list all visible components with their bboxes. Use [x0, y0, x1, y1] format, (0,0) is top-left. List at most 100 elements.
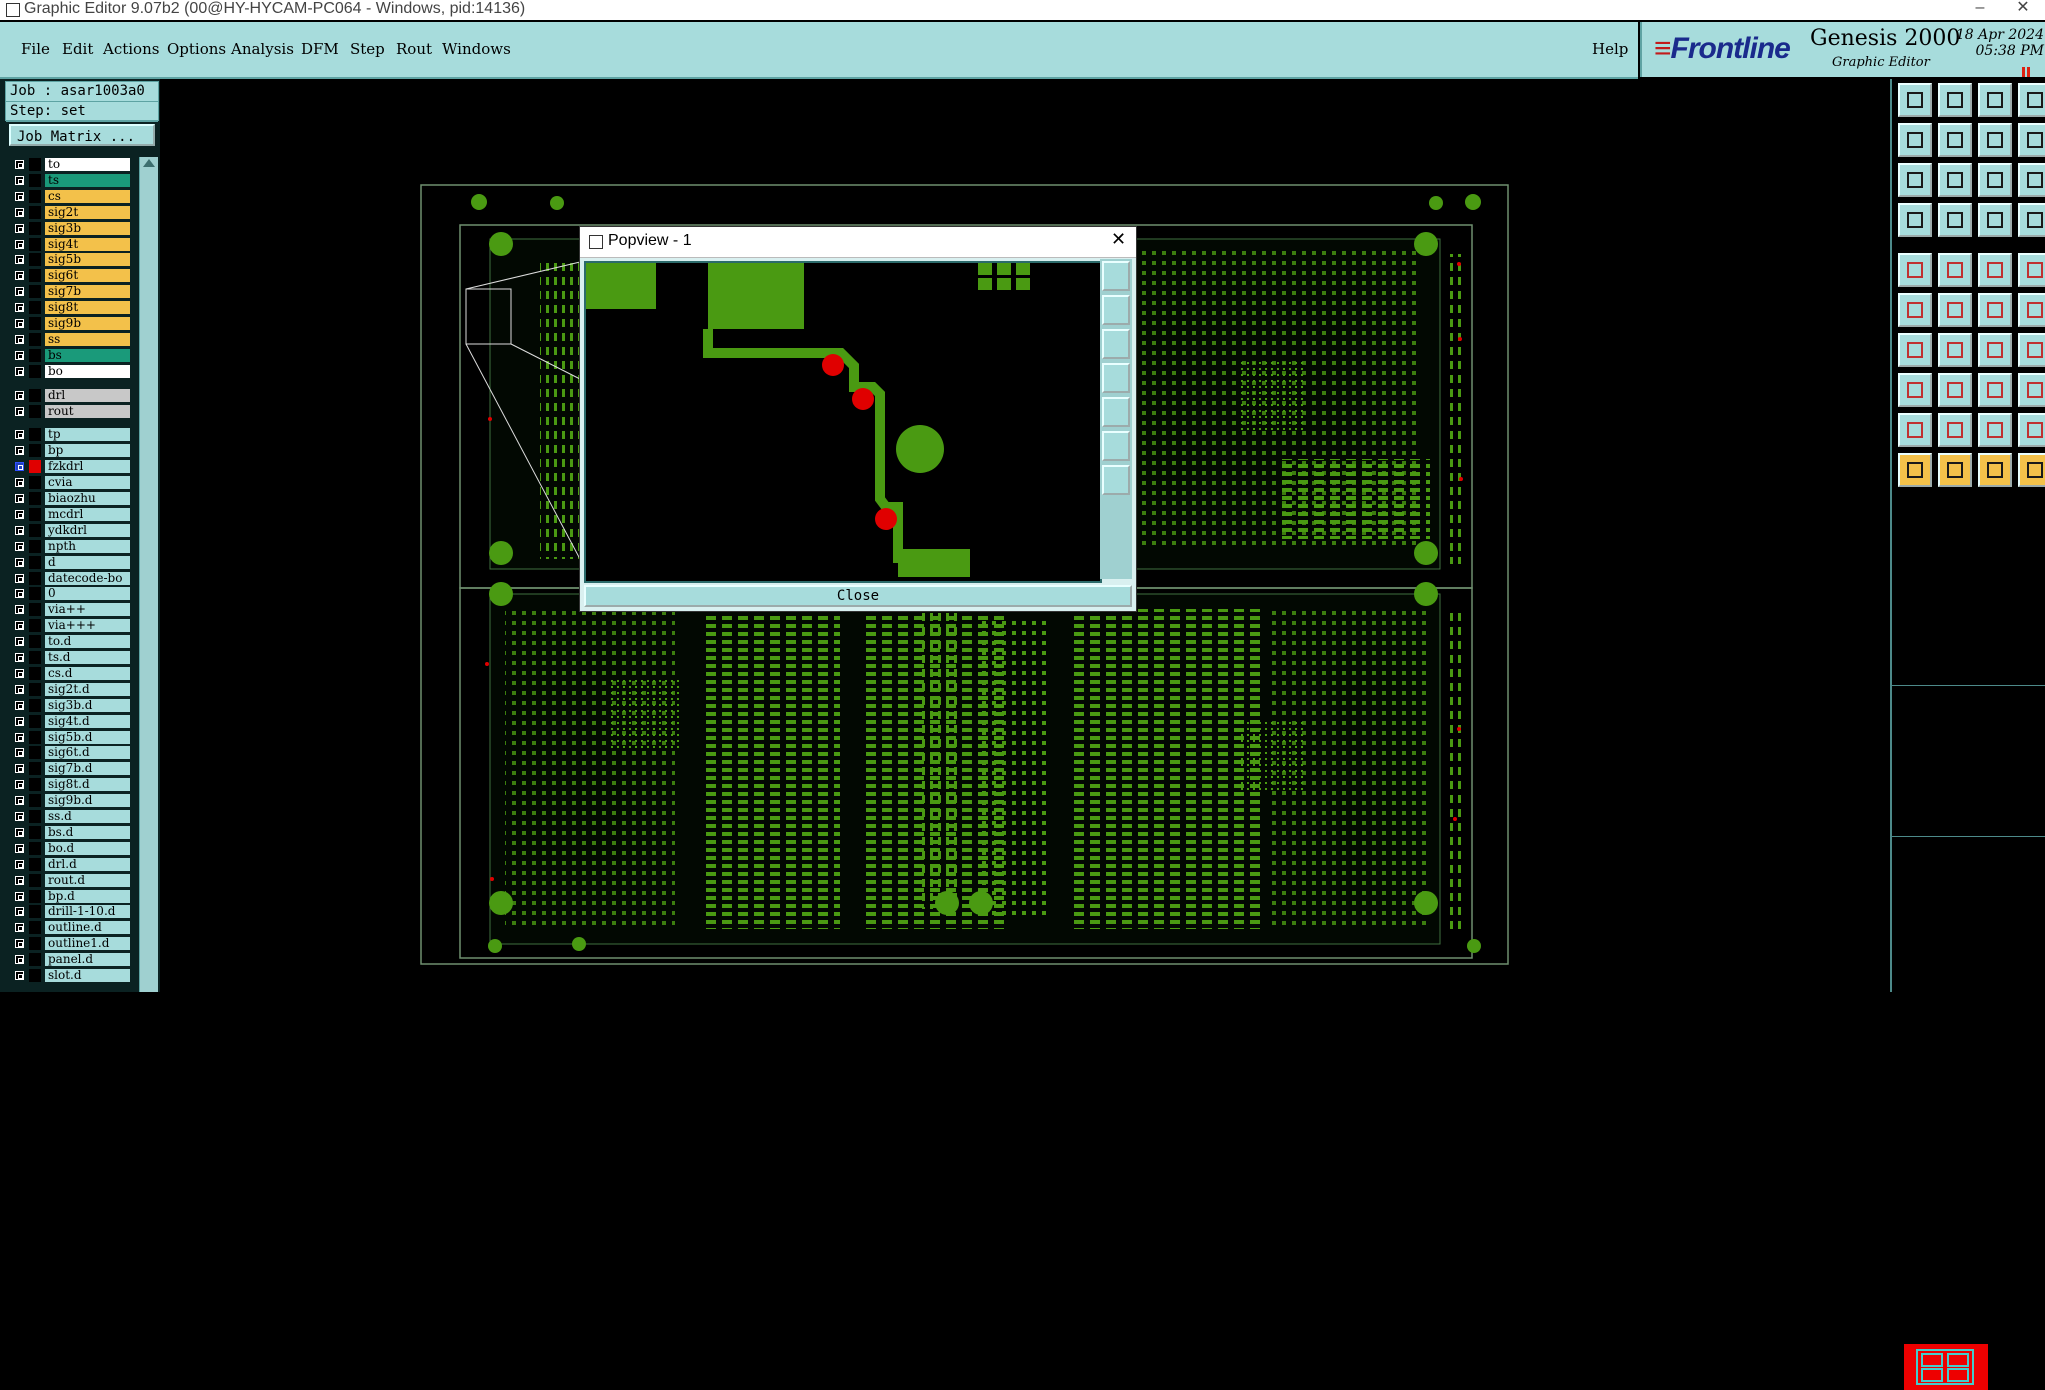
layer-name[interactable]: sig4t	[45, 237, 130, 251]
layer-color-swatch[interactable]	[29, 698, 41, 712]
layer-name[interactable]: sig9b.d	[45, 794, 130, 808]
layer-checkbox[interactable]	[15, 827, 24, 837]
layer-checkbox[interactable]	[15, 303, 24, 313]
layer-color-swatch[interactable]	[29, 682, 41, 696]
tool-slash-icon[interactable]	[1938, 333, 1972, 367]
layer-row[interactable]: bp	[5, 443, 130, 458]
layer-checkbox[interactable]	[15, 255, 24, 265]
popview-close-button[interactable]: Close	[584, 585, 1132, 607]
layer-name[interactable]: drill-1-10.d	[45, 905, 130, 919]
layer-row[interactable]: sig9b	[5, 316, 130, 331]
tool-pointer2-icon[interactable]	[1938, 453, 1972, 487]
tool-flip-icon[interactable]	[1978, 123, 2012, 157]
tool-feature-icon[interactable]	[2018, 333, 2045, 367]
menu-file[interactable]: File	[21, 40, 50, 58]
layer-color-swatch[interactable]	[29, 301, 41, 315]
layer-row[interactable]: drl.d	[5, 857, 130, 872]
tool-angle-icon[interactable]	[1898, 333, 1932, 367]
layer-row[interactable]: sig8t.d	[5, 777, 130, 792]
popview-tool-zoom-in-icon[interactable]	[1102, 295, 1130, 325]
layer-row[interactable]: via+++	[5, 618, 130, 633]
layer-row[interactable]: sig6t	[5, 268, 130, 283]
layer-checkbox[interactable]	[15, 207, 24, 217]
layer-name[interactable]: bo.d	[45, 841, 130, 855]
layer-row[interactable]: to.d	[5, 634, 130, 649]
layer-checkbox[interactable]	[15, 668, 24, 678]
layer-name[interactable]: sig9b	[45, 317, 130, 330]
layer-checkbox[interactable]	[15, 700, 24, 710]
layer-color-swatch[interactable]	[29, 189, 41, 203]
layer-row[interactable]: sig3b.d	[5, 698, 130, 713]
layer-name[interactable]: to.d	[45, 635, 130, 649]
layer-row[interactable]: ss	[5, 332, 130, 347]
layer-row[interactable]: bo.d	[5, 841, 130, 856]
layer-color-swatch[interactable]	[29, 205, 41, 219]
layer-color-swatch[interactable]	[29, 889, 41, 903]
layer-color-swatch[interactable]	[29, 746, 41, 760]
layer-name[interactable]: ydkdrl	[45, 523, 130, 537]
popview-titlebar[interactable]: Popview - 1 ✕	[580, 227, 1136, 258]
layer-color-swatch[interactable]	[29, 523, 41, 537]
layer-color-swatch[interactable]	[29, 666, 41, 680]
tool-drc2-icon[interactable]	[2018, 203, 2045, 237]
tool-snap2-icon[interactable]	[2018, 293, 2045, 327]
tool-save-icon[interactable]	[1938, 83, 1972, 117]
menu-options[interactable]: Options	[167, 40, 226, 58]
layer-color-swatch[interactable]	[29, 269, 41, 283]
layer-row[interactable]: via++	[5, 602, 130, 617]
layer-checkbox[interactable]	[15, 557, 24, 567]
layer-checkbox[interactable]	[15, 366, 24, 376]
layer-checkbox[interactable]	[15, 287, 24, 297]
tool-pad-icon[interactable]	[1898, 253, 1932, 287]
menu-windows[interactable]: Windows	[442, 40, 511, 58]
layer-name[interactable]: bp.d	[45, 889, 130, 903]
layer-row[interactable]: ss.d	[5, 809, 130, 824]
tool-curve-icon[interactable]	[1978, 333, 2012, 367]
layer-name[interactable]: sig5b.d	[45, 730, 130, 744]
layer-row[interactable]: sig9b.d	[5, 793, 130, 808]
layer-checkbox[interactable]	[15, 160, 24, 169]
scroll-up-arrow-icon[interactable]	[143, 159, 155, 167]
layer-color-swatch[interactable]	[29, 253, 41, 267]
layer-name[interactable]: sig2t.d	[45, 682, 130, 696]
layer-checkbox[interactable]	[15, 621, 24, 631]
tool-pointer-icon[interactable]	[1898, 453, 1932, 487]
layer-color-swatch[interactable]	[29, 460, 41, 474]
pause-icon[interactable]	[2022, 62, 2032, 77]
layer-name[interactable]: tp	[45, 428, 130, 442]
layer-color-swatch[interactable]	[29, 332, 41, 346]
layer-row[interactable]: sig4t.d	[5, 714, 130, 729]
layer-name[interactable]: fzkdrl	[45, 460, 130, 474]
layer-row[interactable]: panel.d	[5, 952, 130, 967]
layer-color-swatch[interactable]	[29, 619, 41, 633]
layer-name[interactable]: drl	[45, 388, 130, 402]
layer-row[interactable]: outline1.d	[5, 936, 130, 951]
layer-checkbox[interactable]	[15, 462, 24, 472]
layer-checkbox[interactable]	[15, 812, 24, 821]
layer-name[interactable]: sig7b	[45, 285, 130, 299]
tool-split-icon[interactable]	[2018, 123, 2045, 157]
layer-checkbox[interactable]	[15, 350, 24, 360]
layer-color-swatch[interactable]	[29, 285, 41, 299]
layer-color-swatch[interactable]	[29, 921, 41, 935]
layer-checkbox[interactable]	[15, 334, 24, 344]
menu-analysis[interactable]: Analysis	[231, 40, 294, 58]
popview-tool-pan-left-icon[interactable]	[1102, 363, 1130, 393]
menu-help[interactable]: Help	[1592, 40, 1628, 58]
layer-row[interactable]: sig5b.d	[5, 730, 130, 745]
layer-name[interactable]: sig2t	[45, 205, 130, 219]
tool-triangle3-icon[interactable]	[1978, 413, 2012, 447]
layer-checkbox[interactable]	[15, 748, 24, 758]
layer-name[interactable]: via+++	[45, 619, 130, 633]
tool-open-icon[interactable]	[1898, 83, 1932, 117]
layer-checkbox[interactable]	[15, 732, 24, 742]
layer-name[interactable]: sig7b.d	[45, 762, 130, 776]
layer-name[interactable]: npth	[45, 539, 130, 553]
layer-row[interactable]: mcdrl	[5, 507, 130, 522]
layer-color-swatch[interactable]	[29, 635, 41, 649]
layer-checkbox[interactable]	[15, 406, 24, 416]
layer-name[interactable]: panel.d	[45, 953, 130, 967]
layer-name[interactable]: sig5b	[45, 253, 130, 267]
layer-color-swatch[interactable]	[29, 905, 41, 919]
popview-tool-pan-right-icon[interactable]	[1102, 397, 1130, 427]
